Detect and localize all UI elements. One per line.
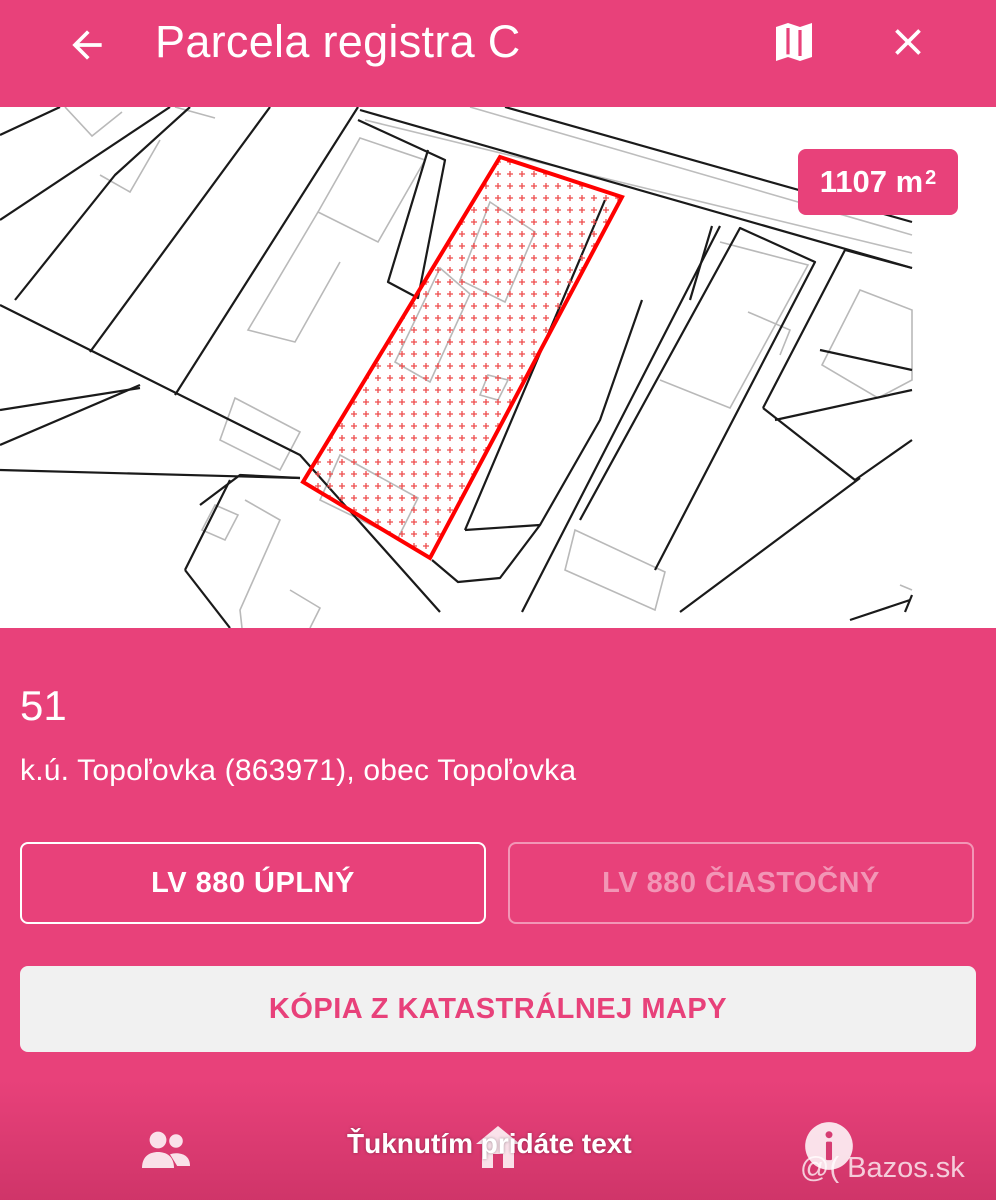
page-title: Parcela registra C <box>155 16 521 67</box>
area-badge: 1107 m2 <box>798 149 958 215</box>
map-copy-button[interactable]: KÓPIA Z KATASTRÁLNEJ MAPY <box>20 966 976 1052</box>
area-unit-exponent: 2 <box>925 166 937 189</box>
close-icon <box>895 29 921 55</box>
watermark: @( Bazos.sk <box>800 1152 965 1184</box>
people-nav-button[interactable] <box>140 1128 192 1174</box>
close-button[interactable] <box>880 14 936 70</box>
parcel-number: 51 <box>20 682 67 729</box>
map-button[interactable] <box>766 14 822 70</box>
area-value: 1107 m <box>819 164 924 199</box>
map-icon <box>776 23 812 61</box>
parcel-location: k.ú. Topoľovka (863971), obec Topoľovka <box>20 754 577 787</box>
overlay-caption[interactable]: Ťuknutím pridáte text <box>347 1128 632 1160</box>
people-icon <box>142 1131 190 1168</box>
lv-partial-button: LV 880 ČIASTOČNÝ <box>508 842 974 924</box>
lv-full-button[interactable]: LV 880 ÚPLNÝ <box>20 842 486 924</box>
app-header: Parcela registra C <box>0 0 996 107</box>
cadastral-map[interactable]: 1107 m2 <box>0 107 996 628</box>
back-button[interactable] <box>60 18 114 72</box>
arrow-left-icon <box>72 30 102 60</box>
